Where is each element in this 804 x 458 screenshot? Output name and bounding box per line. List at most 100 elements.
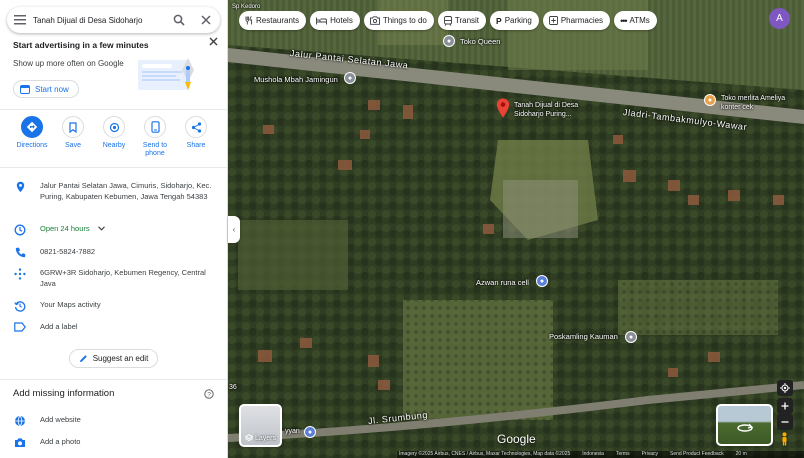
bookmark-icon	[62, 116, 84, 138]
place-label: Sp Kedoro	[232, 4, 261, 10]
action-bar: Directions Save Nearby Send to phone Sha…	[0, 116, 227, 168]
clock-icon	[0, 223, 40, 236]
globe-icon	[0, 414, 40, 427]
search-icon[interactable]	[166, 14, 192, 26]
search-input[interactable]: Tanah Dijual di Desa Sidoharjo	[33, 16, 166, 25]
label-icon	[0, 321, 40, 332]
place-label[interactable]: Toko merlita Ameliya konter cek	[721, 94, 789, 112]
ad-promo: Start advertising in a few minutes Show …	[0, 36, 227, 110]
activity-text: Your Maps activity	[40, 300, 101, 309]
feedback-link[interactable]: Send Product Feedback	[670, 451, 724, 458]
layers-button[interactable]: Layers	[239, 404, 282, 447]
suggest-edit-button[interactable]: Suggest an edit	[69, 349, 158, 368]
chip-parking[interactable]: P Parking	[490, 11, 539, 30]
divider	[0, 379, 227, 380]
chip-restaurants[interactable]: Restaurants	[239, 11, 307, 30]
privacy-link[interactable]: Privacy	[642, 451, 658, 458]
share-icon	[185, 116, 207, 138]
street-view-rotate-icon	[737, 423, 754, 432]
save-button[interactable]: Save	[53, 116, 93, 167]
add-website-row[interactable]: Add website	[0, 414, 227, 427]
directions-icon	[21, 116, 43, 138]
pharmacy-icon	[548, 16, 558, 25]
directions-label: Directions	[16, 142, 48, 149]
place-panel: Tanah Dijual di Desa Sidoharjo Start adv…	[0, 0, 228, 458]
help-icon[interactable]: ?	[204, 389, 214, 401]
chip-transit[interactable]: Transit	[437, 11, 487, 30]
chip-label: ATMs	[629, 16, 650, 25]
map-attribution: Imagery ©2025 Airbus, CNES / Airbus, Max…	[397, 451, 804, 458]
add-label-text: Add a label	[40, 322, 78, 331]
pegman-icon[interactable]	[780, 432, 789, 446]
hotel-icon	[316, 17, 328, 24]
selected-place-pin-icon[interactable]	[496, 98, 510, 118]
nearby-label: Nearby	[102, 142, 126, 149]
place-pin-icon[interactable]: ●	[304, 426, 316, 438]
scale-label[interactable]: 20 m	[736, 451, 747, 458]
activity-row[interactable]: Your Maps activity	[0, 299, 227, 312]
mosque-pin-icon[interactable]: ●	[344, 72, 356, 84]
address-text: Jalur Pantai Selatan Jawa, Cimuris, Sido…	[40, 181, 212, 201]
restaurant-icon	[245, 16, 253, 25]
google-logo: Google	[497, 432, 536, 446]
nearby-button[interactable]: Nearby	[94, 116, 134, 167]
close-promo-icon[interactable]	[209, 37, 218, 48]
hours-value: Open 24 hours	[40, 224, 90, 233]
street-view-thumbnail[interactable]	[716, 404, 773, 446]
chip-label: Restaurants	[256, 16, 300, 25]
call-icon	[0, 246, 40, 258]
start-now-label: Start now	[35, 84, 69, 94]
share-button[interactable]: Share	[176, 116, 216, 167]
camera-icon	[369, 16, 380, 25]
share-label: Share	[186, 142, 206, 149]
place-label: yyan	[285, 428, 300, 435]
chip-label: Parking	[504, 16, 532, 25]
my-location-button[interactable]	[777, 380, 793, 396]
location-pin-icon	[0, 180, 40, 202]
place-label[interactable]: Toko Queen	[460, 37, 500, 46]
promo-subtitle: Show up more often on Google	[13, 59, 124, 68]
satellite-map[interactable]: Jalur Pantai Selatan Jawa Jladri-Tambakm…	[228, 0, 804, 458]
selected-place-label[interactable]: Tanah Dijual di Desa Sidoharjo Puring...	[514, 101, 604, 119]
account-avatar[interactable]: A	[769, 8, 790, 29]
zoom-out-button[interactable]	[777, 414, 793, 430]
label-row[interactable]: Add a label	[0, 321, 227, 332]
place-label[interactable]: Mushola Mbah Jamingun	[254, 75, 338, 84]
zoom-in-button[interactable]	[777, 398, 793, 414]
add-photo-row[interactable]: Add a photo	[0, 436, 227, 448]
address-row[interactable]: Jalur Pantai Selatan Jawa, Cimuris, Sido…	[0, 180, 227, 202]
add-photo-text: Add a photo	[40, 437, 81, 446]
landmark-pin-icon[interactable]: ●	[625, 331, 637, 343]
shop-pin-icon[interactable]: ●	[443, 35, 455, 47]
place-label[interactable]: Poskamling Kauman	[549, 332, 618, 341]
chip-label: Hotels	[330, 16, 353, 25]
svg-text:?: ?	[207, 391, 211, 398]
search-box[interactable]: Tanah Dijual di Desa Sidoharjo	[7, 7, 220, 33]
collapse-panel-button[interactable]: ‹	[228, 216, 240, 243]
phone-row[interactable]: 0821-5824-7882	[0, 246, 227, 258]
place-label[interactable]: Azwan runa cell	[476, 278, 529, 287]
layers-label: Layers	[254, 435, 276, 442]
phone-icon	[144, 116, 166, 138]
store-pin-icon[interactable]: ●	[704, 94, 716, 106]
directions-button[interactable]: Directions	[12, 116, 52, 167]
region-link[interactable]: Indonesia	[582, 451, 604, 458]
chip-hotels[interactable]: Hotels	[310, 11, 360, 30]
more-icon: •••	[620, 15, 628, 26]
start-now-button[interactable]: Start now	[13, 80, 79, 98]
terms-link[interactable]: Terms	[616, 451, 630, 458]
phone-shop-pin-icon[interactable]: ●	[536, 275, 548, 287]
layers-icon	[244, 434, 253, 442]
send-to-phone-button[interactable]: Send to phone	[135, 116, 175, 167]
close-search-icon[interactable]	[192, 15, 220, 25]
save-label: Save	[65, 142, 81, 149]
chevron-down-icon[interactable]	[97, 224, 105, 233]
plus-code-icon	[0, 267, 40, 289]
chip-atms[interactable]: ••• ATMs	[614, 11, 657, 30]
transit-icon	[443, 15, 452, 26]
plus-code-row[interactable]: 6GRW+3R Sidoharjo, Kebumen Regency, Cent…	[0, 267, 227, 289]
chip-things-to-do[interactable]: Things to do	[363, 11, 434, 30]
menu-icon[interactable]	[7, 15, 33, 25]
chip-pharmacies[interactable]: Pharmacies	[542, 11, 611, 30]
hours-row[interactable]: Open 24 hours	[0, 223, 227, 236]
